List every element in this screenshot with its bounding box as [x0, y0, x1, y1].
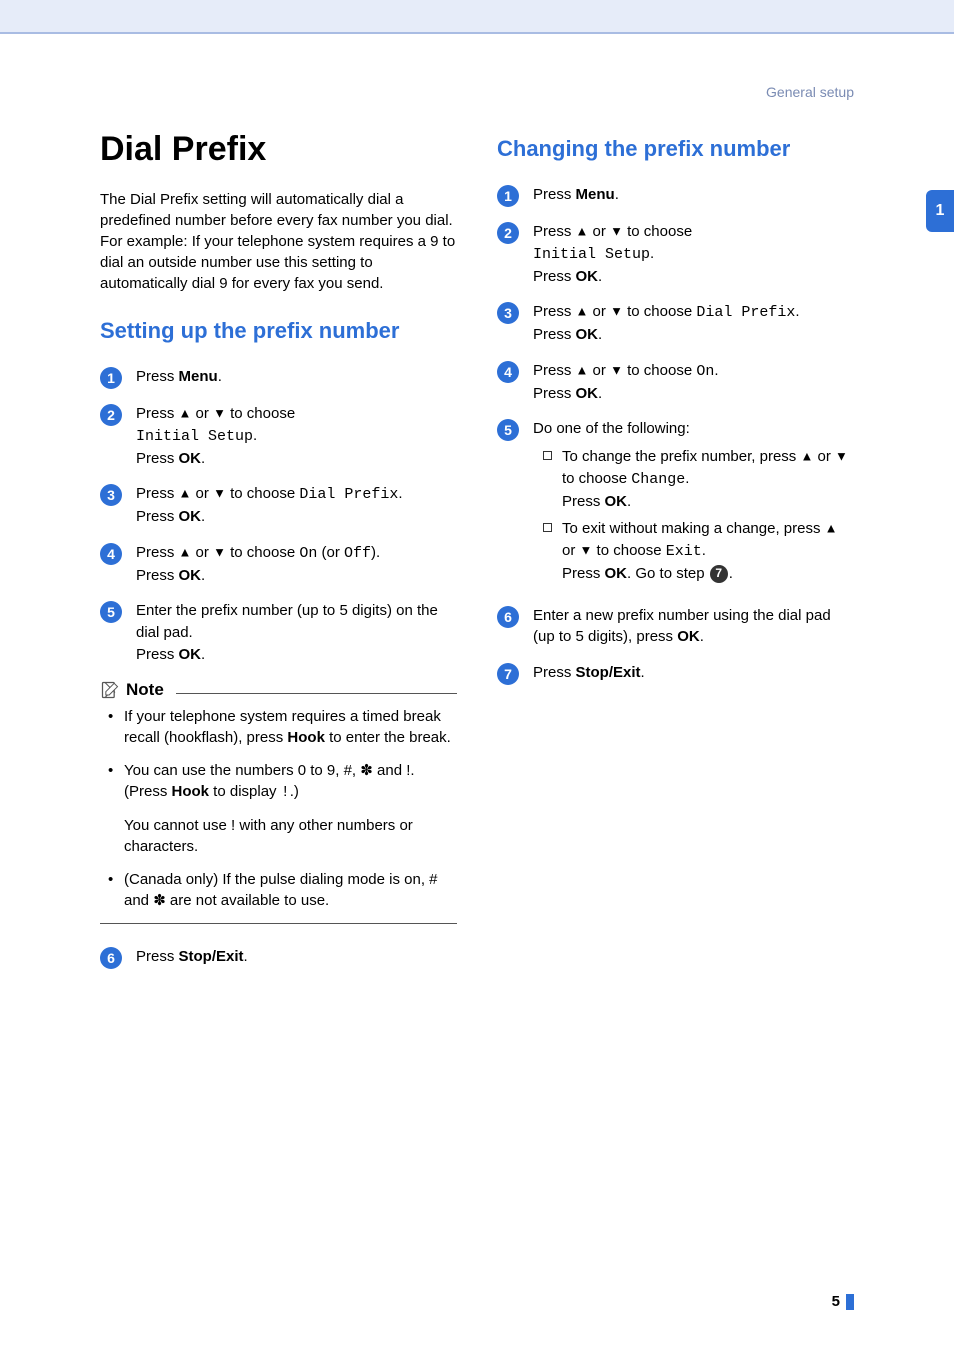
- down-arrow-icon: ▼: [213, 406, 226, 421]
- step-number-icon: 3: [100, 484, 122, 506]
- sub-option-exit: To exit without making a change, press ▲…: [543, 518, 854, 584]
- r-step-7: 7 Press Stop/Exit.: [497, 662, 854, 685]
- step-text: Enter the prefix number (up to 5 digits)…: [136, 602, 438, 641]
- menu-option: Dial Prefix: [696, 304, 795, 321]
- button-ref-ok: OK: [179, 450, 202, 467]
- up-arrow-icon: ▲: [825, 521, 838, 536]
- step-number-icon: 1: [100, 367, 122, 389]
- step-number-icon: 5: [497, 419, 519, 441]
- up-arrow-icon: ▲: [179, 406, 192, 421]
- intro-paragraph: The Dial Prefix setting will automatical…: [100, 189, 457, 294]
- note-title: Note: [126, 680, 164, 700]
- step-number-icon: 1: [497, 185, 519, 207]
- down-arrow-icon: ▼: [835, 449, 848, 464]
- step-number-icon: 5: [100, 601, 122, 623]
- note-subtext: You cannot use ! with any other numbers …: [124, 815, 457, 857]
- r-step-2: 2 Press ▲ or ▼ to choose Initial Setup. …: [497, 221, 854, 287]
- button-ref-hook: Hook: [172, 783, 210, 800]
- r-step-5: 5 Do one of the following: To change the…: [497, 418, 854, 590]
- down-arrow-icon: ▼: [213, 486, 226, 501]
- menu-option: On: [299, 545, 317, 562]
- menu-option: Exit: [666, 543, 702, 560]
- r-step-1: 1 Press Menu.: [497, 184, 854, 207]
- button-ref-ok: OK: [677, 628, 700, 645]
- button-ref-ok: OK: [576, 385, 599, 402]
- up-arrow-icon: ▲: [179, 486, 192, 501]
- up-arrow-icon: ▲: [576, 224, 589, 239]
- step-1: 1 Press Menu.: [100, 366, 457, 389]
- note-item: You can use the numbers 0 to 9, #, ✽ and…: [124, 760, 457, 803]
- button-ref-ok: OK: [179, 567, 202, 584]
- left-column: Dial Prefix The Dial Prefix setting will…: [100, 130, 457, 983]
- r-step-6: 6 Enter a new prefix number using the di…: [497, 605, 854, 649]
- r-step-4: 4 Press ▲ or ▼ to choose On. Press OK.: [497, 360, 854, 405]
- top-bar: [0, 0, 954, 34]
- page-marker: 5: [832, 1293, 854, 1310]
- up-arrow-icon: ▲: [576, 362, 589, 377]
- square-bullet-icon: [543, 451, 552, 460]
- chapter-tab: 1: [926, 190, 954, 232]
- step-number-icon: 2: [100, 404, 122, 426]
- step-3: 3 Press ▲ or ▼ to choose Dial Prefix. Pr…: [100, 483, 457, 528]
- square-bullet-icon: [543, 523, 552, 532]
- button-ref-stopexit: Stop/Exit: [179, 948, 244, 965]
- menu-option: On: [696, 363, 714, 380]
- right-column: Changing the prefix number 1 Press Menu.…: [497, 130, 854, 983]
- step-number-icon: 4: [497, 361, 519, 383]
- note-box: Note If your telephone system requires a…: [100, 680, 457, 924]
- step-number-icon: 6: [497, 606, 519, 628]
- step-number-icon: 6: [100, 947, 122, 969]
- down-arrow-icon: ▼: [213, 544, 226, 559]
- button-ref-ok: OK: [605, 493, 628, 510]
- note-rule: [176, 693, 457, 694]
- step-number-icon: 2: [497, 222, 519, 244]
- page-title: Dial Prefix: [100, 130, 457, 169]
- button-ref-hook: Hook: [287, 729, 325, 746]
- button-ref-ok: OK: [605, 565, 628, 582]
- step-number-icon: 4: [100, 543, 122, 565]
- page-corner-icon: [846, 1294, 854, 1310]
- step-ref-icon: 7: [710, 565, 728, 583]
- button-ref-menu: Menu: [179, 368, 218, 385]
- up-arrow-icon: ▲: [800, 449, 813, 464]
- menu-option: Change: [631, 471, 685, 488]
- menu-option: Initial Setup: [136, 428, 253, 445]
- step-4: 4 Press ▲ or ▼ to choose On (or Off). Pr…: [100, 542, 457, 587]
- up-arrow-icon: ▲: [576, 304, 589, 319]
- step-text: Do one of the following:: [533, 418, 854, 440]
- down-arrow-icon: ▼: [610, 362, 623, 377]
- note-rule: [100, 923, 457, 924]
- menu-option: Initial Setup: [533, 246, 650, 263]
- button-ref-ok: OK: [576, 268, 599, 285]
- up-arrow-icon: ▲: [179, 544, 192, 559]
- note-icon: [100, 680, 120, 700]
- step-text: Press: [136, 368, 179, 385]
- section-header: General setup: [0, 34, 954, 100]
- step-number-icon: 3: [497, 302, 519, 324]
- step-number-icon: 7: [497, 663, 519, 685]
- button-ref-stopexit: Stop/Exit: [576, 664, 641, 681]
- r-step-3: 3 Press ▲ or ▼ to choose Dial Prefix. Pr…: [497, 301, 854, 346]
- button-ref-ok: OK: [576, 326, 599, 343]
- subheading-setting-up: Setting up the prefix number: [100, 318, 457, 344]
- note-item: (Canada only) If the pulse dialing mode …: [124, 869, 457, 911]
- down-arrow-icon: ▼: [610, 304, 623, 319]
- note-item: If your telephone system requires a time…: [124, 706, 457, 748]
- menu-option: Dial Prefix: [299, 486, 398, 503]
- sub-option-change: To change the prefix number, press ▲ or …: [543, 446, 854, 512]
- step-6: 6 Press Stop/Exit.: [100, 946, 457, 969]
- page-number: 5: [832, 1293, 840, 1310]
- menu-option: Off: [344, 545, 371, 562]
- subheading-changing: Changing the prefix number: [497, 136, 854, 162]
- down-arrow-icon: ▼: [580, 543, 593, 558]
- button-ref-ok: OK: [179, 646, 202, 663]
- button-ref-ok: OK: [179, 508, 202, 525]
- step-5: 5 Enter the prefix number (up to 5 digit…: [100, 600, 457, 665]
- down-arrow-icon: ▼: [610, 224, 623, 239]
- button-ref-menu: Menu: [576, 186, 615, 203]
- step-2: 2 Press ▲ or ▼ to choose Initial Setup. …: [100, 403, 457, 469]
